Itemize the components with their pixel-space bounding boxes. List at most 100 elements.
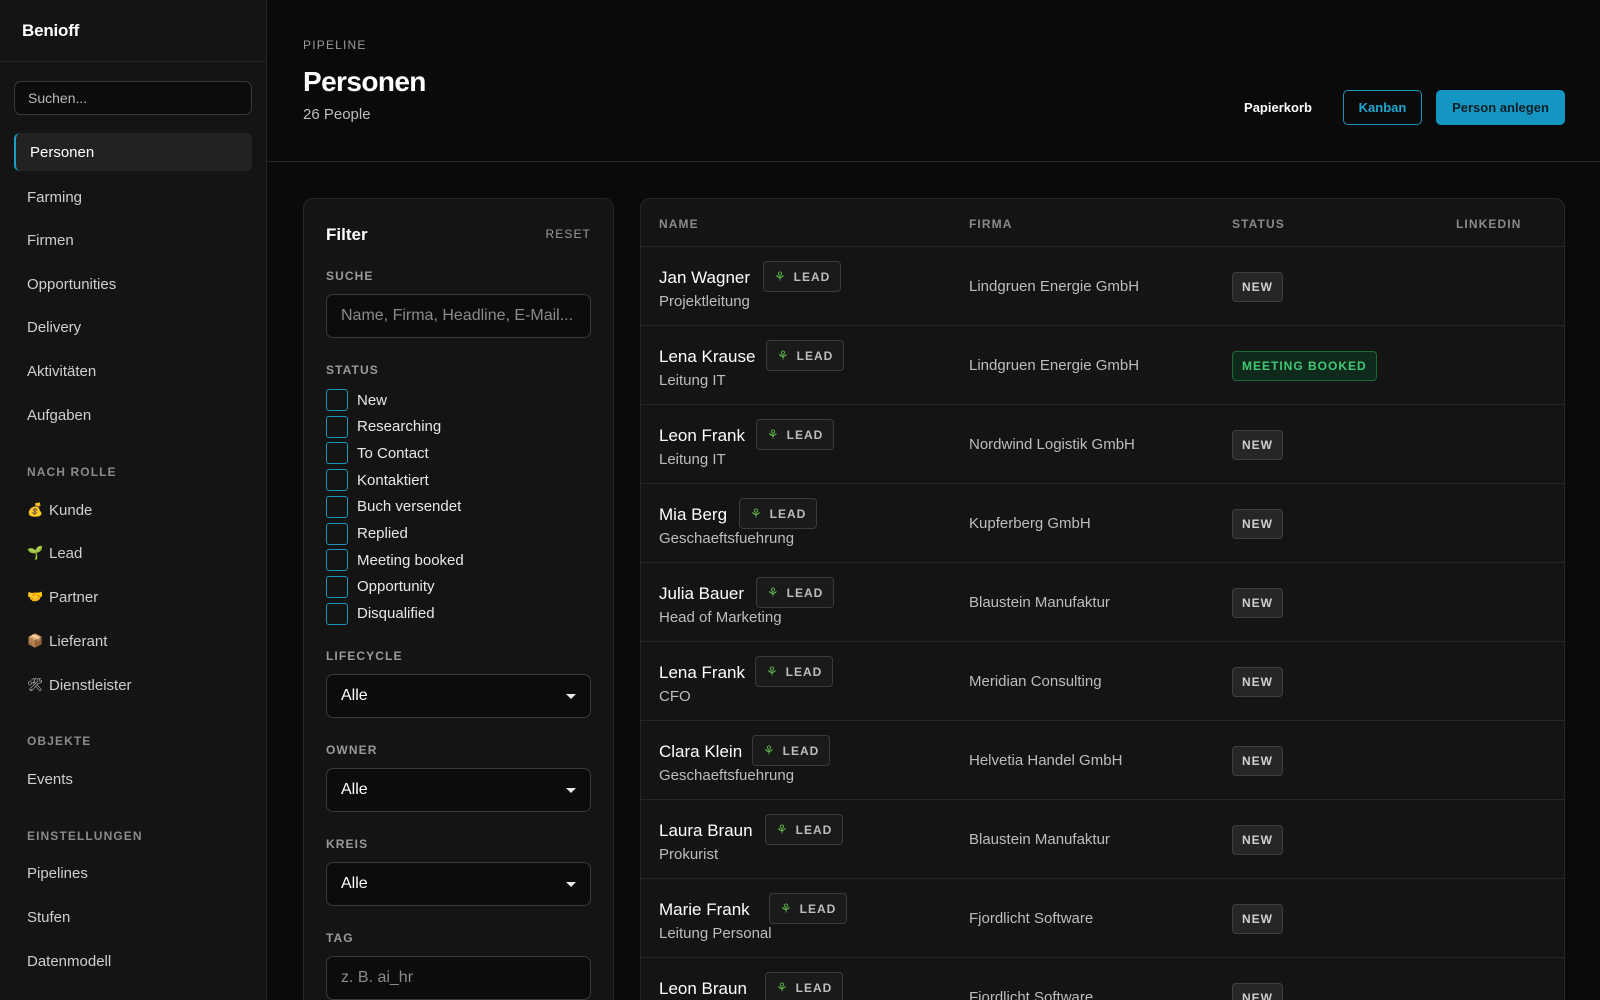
person-name[interactable]: Leon Braun [659, 979, 747, 999]
kanban-button[interactable]: Kanban [1343, 90, 1422, 125]
company-link[interactable]: Blaustein Manufaktur [969, 594, 1110, 611]
status-checkbox[interactable] [326, 495, 348, 518]
person-name[interactable]: Clara Klein [659, 742, 742, 762]
sidebar-item-kunde[interactable]: 💰 Kunde [14, 491, 252, 529]
lead-badge-label: LEAD [786, 585, 824, 600]
sidebar-item-datenmodell[interactable]: Datenmodell [14, 942, 252, 980]
column-header-linkedin[interactable]: LINKEDIN [1456, 217, 1521, 231]
status-option-disqualified[interactable]: Disqualified [326, 602, 435, 625]
table-row[interactable]: Jan Wagner ⚘ LEAD Projektleitung Lindgruen E… [641, 247, 1564, 326]
sidebar-item-label: Kunde [49, 501, 93, 519]
table-row[interactable]: Mia Berg ⚘ LEAD Geschaeftsfuehrung Kupferber… [641, 484, 1564, 563]
company-link[interactable]: Lindgruen Energie GmbH [969, 278, 1139, 295]
company-link[interactable]: Kupferberg GmbH [969, 515, 1091, 532]
status-checkbox[interactable] [326, 469, 348, 492]
breadcrumb[interactable]: PIPELINE [303, 38, 367, 52]
lead-badge: ⚘ LEAD [769, 893, 848, 924]
company-link[interactable]: Blaustein Manufaktur [969, 831, 1110, 848]
status-option-opportunity[interactable]: Opportunity [326, 575, 435, 598]
sidebar-item-stufen[interactable]: Stufen [14, 898, 252, 936]
sidebar-item-events[interactable]: Events [14, 760, 252, 798]
lead-badge: ⚘ LEAD [765, 814, 844, 845]
status-option-replied[interactable]: Replied [326, 522, 408, 545]
sidebar-item-opportunities[interactable]: Opportunities [14, 265, 252, 303]
status-checkbox[interactable] [326, 442, 348, 465]
tag-label: TAG [326, 931, 354, 945]
column-header-status[interactable]: STATUS [1232, 217, 1285, 231]
status-option-label: Kontaktiert [357, 471, 429, 489]
status-option-label: Opportunity [357, 578, 435, 596]
status-checkbox[interactable] [326, 522, 348, 545]
status-checkbox[interactable] [326, 549, 348, 572]
status-option-to-contact[interactable]: To Contact [326, 442, 429, 465]
sidebar-item-aktivitaeten[interactable]: Aktivitäten [14, 352, 252, 390]
sidebar-item-lieferant[interactable]: 📦 Lieferant [14, 622, 252, 660]
company-link[interactable]: Nordwind Logistik GmbH [969, 436, 1135, 453]
sidebar-item-lead[interactable]: 🌱 Lead [14, 534, 252, 572]
person-name[interactable]: Laura Braun [659, 821, 753, 841]
brand-logo[interactable]: Benioff [0, 0, 266, 62]
sidebar-item-personen[interactable]: Personen [14, 133, 252, 171]
table-row[interactable]: Laura Braun ⚘ LEAD Prokurist Blaustein Manuf… [641, 800, 1564, 879]
sidebar-item-label: Aktivitäten [27, 362, 97, 380]
status-badge: NEW [1232, 430, 1283, 460]
status-option-new[interactable]: New [326, 389, 387, 411]
column-header-firma[interactable]: FIRMA [969, 217, 1013, 231]
sidebar-item-farming[interactable]: Farming [14, 178, 252, 216]
person-name[interactable]: Leon Frank [659, 426, 745, 446]
company-link[interactable]: Fjordlicht Software [969, 910, 1093, 927]
tag-input[interactable] [326, 956, 591, 1000]
table-row[interactable]: Leon Frank ⚘ LEAD Leitung IT Nordwind Logist… [641, 405, 1564, 484]
table-row[interactable]: Clara Klein ⚘ LEAD Geschaeftsfuehrung Helvet… [641, 721, 1564, 800]
person-name[interactable]: Jan Wagner [659, 268, 750, 288]
company-link[interactable]: Lindgruen Energie GmbH [969, 357, 1139, 374]
table-row[interactable]: Julia Bauer ⚘ LEAD Head of Marketing Blauste… [641, 563, 1564, 642]
status-checkbox[interactable] [326, 575, 348, 598]
table-row[interactable]: Leon Braun ⚘ LEAD Fjordlicht Software NEW [641, 958, 1564, 1000]
table-row[interactable]: Lena Krause ⚘ LEAD Leitung IT Lindgruen Ener… [641, 326, 1564, 405]
sidebar-item-dienstleister[interactable]: 🛠 Dienstleister [14, 666, 252, 704]
status-checkbox[interactable] [326, 415, 348, 438]
trash-button[interactable]: Papierkorb [1233, 90, 1323, 125]
sidebar-search-input[interactable] [14, 81, 252, 115]
status-option-buch-versendet[interactable]: Buch versendet [326, 495, 461, 518]
company-link[interactable]: Meridian Consulting [969, 673, 1102, 690]
sidebar: Benioff Personen Farming Firmen Opportun… [0, 0, 267, 1000]
status-badge: NEW [1232, 983, 1283, 1000]
sidebar-item-firmen[interactable]: Firmen [14, 221, 252, 259]
lifecycle-select[interactable]: Alle [326, 674, 591, 718]
owner-select[interactable]: Alle [326, 768, 591, 812]
lead-badge: ⚘ LEAD [752, 735, 831, 766]
lead-badge: ⚘ LEAD [765, 972, 844, 1000]
table-row[interactable]: Marie Frank ⚘ LEAD Leitung Personal Fjordlic… [641, 879, 1564, 958]
sidebar-item-partner[interactable]: 🤝 Partner [14, 578, 252, 616]
sidebar-item-delivery[interactable]: Delivery [14, 308, 252, 346]
status-checkbox[interactable] [326, 389, 348, 411]
filter-search-input[interactable] [326, 294, 591, 338]
person-name[interactable]: Marie Frank [659, 900, 750, 920]
sidebar-item-pipelines[interactable]: Pipelines [14, 854, 252, 892]
company-link[interactable]: Helvetia Handel GmbH [969, 752, 1122, 769]
status-option-researching[interactable]: Researching [326, 415, 441, 438]
filter-panel: Filter RESET SUCHE STATUS New Researching… [303, 198, 614, 1000]
status-option-meeting-booked[interactable]: Meeting booked [326, 549, 464, 572]
status-checkbox[interactable] [326, 602, 348, 625]
person-title: Geschaeftsfuehrung [659, 767, 795, 784]
person-name[interactable]: Mia Berg [659, 505, 727, 525]
company-link[interactable]: Fjordlicht Software [969, 989, 1093, 1000]
person-name[interactable]: Julia Bauer [659, 584, 744, 604]
status-option-kontaktiert[interactable]: Kontaktiert [326, 469, 429, 492]
reset-filters-button[interactable]: RESET [545, 227, 591, 241]
lead-badge: ⚘ LEAD [763, 261, 842, 292]
money-bag-icon: 💰 [27, 502, 44, 517]
lead-badge: ⚘ LEAD [756, 419, 835, 450]
person-name[interactable]: Lena Frank [659, 663, 745, 683]
kreis-select[interactable]: Alle [326, 862, 591, 906]
person-name[interactable]: Lena Krause [659, 347, 755, 367]
sidebar-item-aufgaben[interactable]: Aufgaben [14, 396, 252, 434]
person-title: Head of Marketing [659, 609, 782, 626]
lead-badge-label: LEAD [796, 348, 834, 363]
table-row[interactable]: Lena Frank ⚘ LEAD CFO Meridian Consulting NEW [641, 642, 1564, 721]
create-person-button[interactable]: Person anlegen [1436, 90, 1565, 125]
column-header-name[interactable]: NAME [659, 217, 699, 231]
